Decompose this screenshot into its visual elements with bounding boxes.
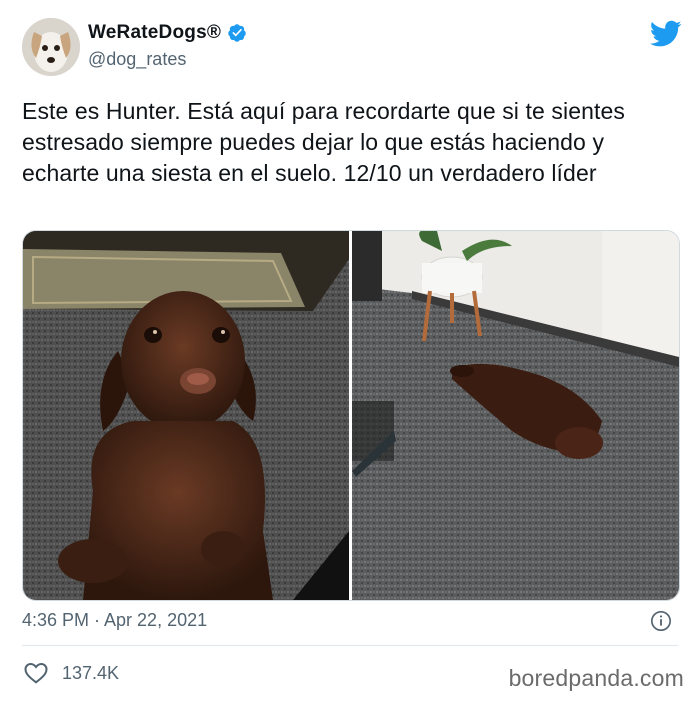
twitter-bird-icon[interactable] bbox=[650, 20, 682, 48]
tweet-text: Este es Hunter. Está aquí para recordart… bbox=[22, 98, 625, 186]
like-button[interactable]: 137.4K bbox=[24, 662, 119, 684]
verified-badge-icon bbox=[228, 24, 246, 42]
puppy-lying-photo[interactable] bbox=[352, 231, 679, 600]
puppy-sitting-photo[interactable] bbox=[23, 231, 349, 600]
account-names: WeRateDogs® @dog_rates bbox=[88, 22, 247, 70]
avatar[interactable] bbox=[22, 18, 80, 76]
like-count: 137.4K bbox=[62, 662, 120, 683]
display-name[interactable]: WeRateDogs® bbox=[88, 22, 247, 44]
tweet-timestamp[interactable]: 4:36 PM · Apr 22, 2021 bbox=[22, 610, 207, 631]
heart-icon[interactable] bbox=[24, 662, 48, 684]
divider bbox=[22, 645, 678, 646]
display-name-text[interactable]: WeRateDogs® bbox=[88, 22, 221, 44]
tweet-media[interactable] bbox=[22, 230, 680, 601]
watermark: boredpanda.com bbox=[508, 665, 684, 691]
tweet-header: WeRateDogs® @dog_rates bbox=[22, 16, 682, 78]
handle[interactable]: @dog_rates bbox=[88, 49, 247, 70]
info-icon[interactable] bbox=[650, 610, 672, 632]
